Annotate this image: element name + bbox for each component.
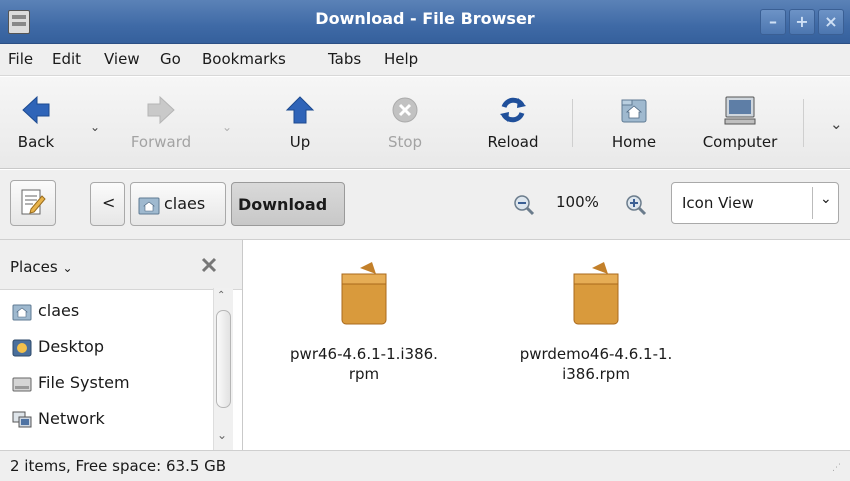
computer-button[interactable]: Computer [692,77,788,169]
title-bar: Download - File Browser – + × [0,0,850,44]
toolbar-separator [572,99,573,147]
up-label: Up [289,133,311,151]
close-sidebar-icon[interactable] [200,256,218,274]
up-arrow-icon [285,96,315,124]
network-icon [12,411,32,428]
toolbar-overflow-chevron-icon[interactable]: ⌄ [830,115,843,133]
menu-help[interactable]: Help [384,50,418,68]
crumb-download[interactable]: Download [231,182,345,226]
places-label: Places [10,258,58,276]
menu-bookmarks[interactable]: Bookmarks [202,50,286,68]
sidebar-item-label: File System [38,373,130,392]
minimize-button[interactable]: – [760,9,786,35]
computer-icon [724,96,756,125]
crumb-claes-label: claes [164,194,206,213]
file-name: pwr46-4.6.1-1.i386. rpm [264,344,464,384]
view-mode-select[interactable]: Icon View ⌄ [671,182,839,224]
chevron-left-icon: < [102,193,116,212]
status-bar: 2 items, Free space: 63.5 GB ⋰ [0,450,850,481]
crumb-download-label: Download [238,195,328,214]
back-button[interactable]: Back [6,77,66,169]
sidebar-item-label: Desktop [38,337,104,356]
up-button[interactable]: Up [270,77,330,169]
home-button[interactable]: Home [603,77,665,169]
sidebar-item-claes[interactable]: claes [0,297,210,327]
zoom-level: 100% [556,193,599,211]
home-folder-icon [12,304,32,321]
sidebar-scrollbar[interactable]: ⌃ ⌄ [213,288,233,450]
resize-grip-icon[interactable]: ⋰ [832,463,841,473]
file-name-line: pwr46-4.6.1-1.i386. [290,345,438,363]
menu-edit[interactable]: Edit [52,50,81,68]
file-name-line: rpm [348,365,380,383]
places-dropdown[interactable]: Places ⌄ [10,258,73,276]
toolbar-separator [803,99,804,147]
toggle-location-entry-button[interactable] [10,180,56,226]
menu-view[interactable]: View [104,50,140,68]
home-label: Home [611,133,657,151]
sidebar-item-desktop[interactable]: Desktop [0,333,210,363]
view-mode-value: Icon View [682,194,754,212]
maximize-button[interactable]: + [789,9,815,35]
back-history-chevron-icon[interactable]: ⌄ [90,120,100,134]
forward-arrow-icon [147,95,175,125]
stop-button[interactable]: Stop [375,77,435,169]
back-label: Back [17,133,55,151]
home-folder-icon [138,197,160,215]
sidebar-item-network[interactable]: Network [0,405,210,435]
zoom-in-icon[interactable] [625,194,647,216]
scrollbar-thumb[interactable] [216,310,231,408]
home-folder-icon [621,99,647,123]
menu-bar: File Edit View Go Bookmarks Tabs Help [0,44,850,76]
window-title: Download - File Browser [315,9,535,28]
file-name-line: pwrdemo46-4.6.1-1. [519,345,673,363]
stop-label: Stop [387,133,423,151]
package-icon [573,262,619,325]
places-sidebar: Places ⌄ claes Desktop File System Netwo… [0,240,243,450]
sidebar-item-label: claes [38,301,80,320]
sidebar-item-label: Network [38,409,105,428]
file-name-line: i386.rpm [562,365,630,383]
zoom-out-icon[interactable] [513,194,535,216]
package-icon [341,262,387,325]
reload-button[interactable]: Reload [478,77,548,169]
status-text: 2 items, Free space: 63.5 GB [10,457,227,475]
reload-label: Reload [487,133,539,151]
stop-icon [392,97,418,123]
drive-icon [12,377,32,392]
desktop-icon [12,339,32,357]
select-divider [812,187,813,219]
forward-label: Forward [130,133,192,151]
menu-go[interactable]: Go [160,50,181,68]
forward-history-chevron-icon[interactable]: ⌄ [222,120,232,134]
sidebar-header: Places ⌄ [0,240,242,290]
menu-file[interactable]: File [8,50,33,68]
scroll-down-icon[interactable]: ⌄ [217,428,227,442]
file-name: pwrdemo46-4.6.1-1. i386.rpm [496,344,696,384]
sidebar-item-file-system[interactable]: File System [0,369,210,399]
chevron-down-icon: ⌄ [820,191,832,207]
computer-label: Computer [702,133,778,151]
reload-icon [500,97,526,123]
back-arrow-icon [22,95,50,125]
edit-note-icon [21,189,46,215]
menu-tabs[interactable]: Tabs [328,50,361,68]
forward-button[interactable]: Forward [118,77,204,169]
crumb-claes[interactable]: claes [130,182,226,226]
close-button[interactable]: × [818,9,844,35]
toolbar: Back ⌄ Forward ⌄ Up Stop Reload Home Com… [0,77,850,169]
file-view[interactable]: pwr46-4.6.1-1.i386. rpm pwrdemo46-4.6.1-… [244,240,850,450]
scroll-up-icon[interactable]: ⌃ [217,290,225,301]
path-back-button[interactable]: < [90,182,125,226]
chevron-down-icon: ⌄ [62,261,73,275]
